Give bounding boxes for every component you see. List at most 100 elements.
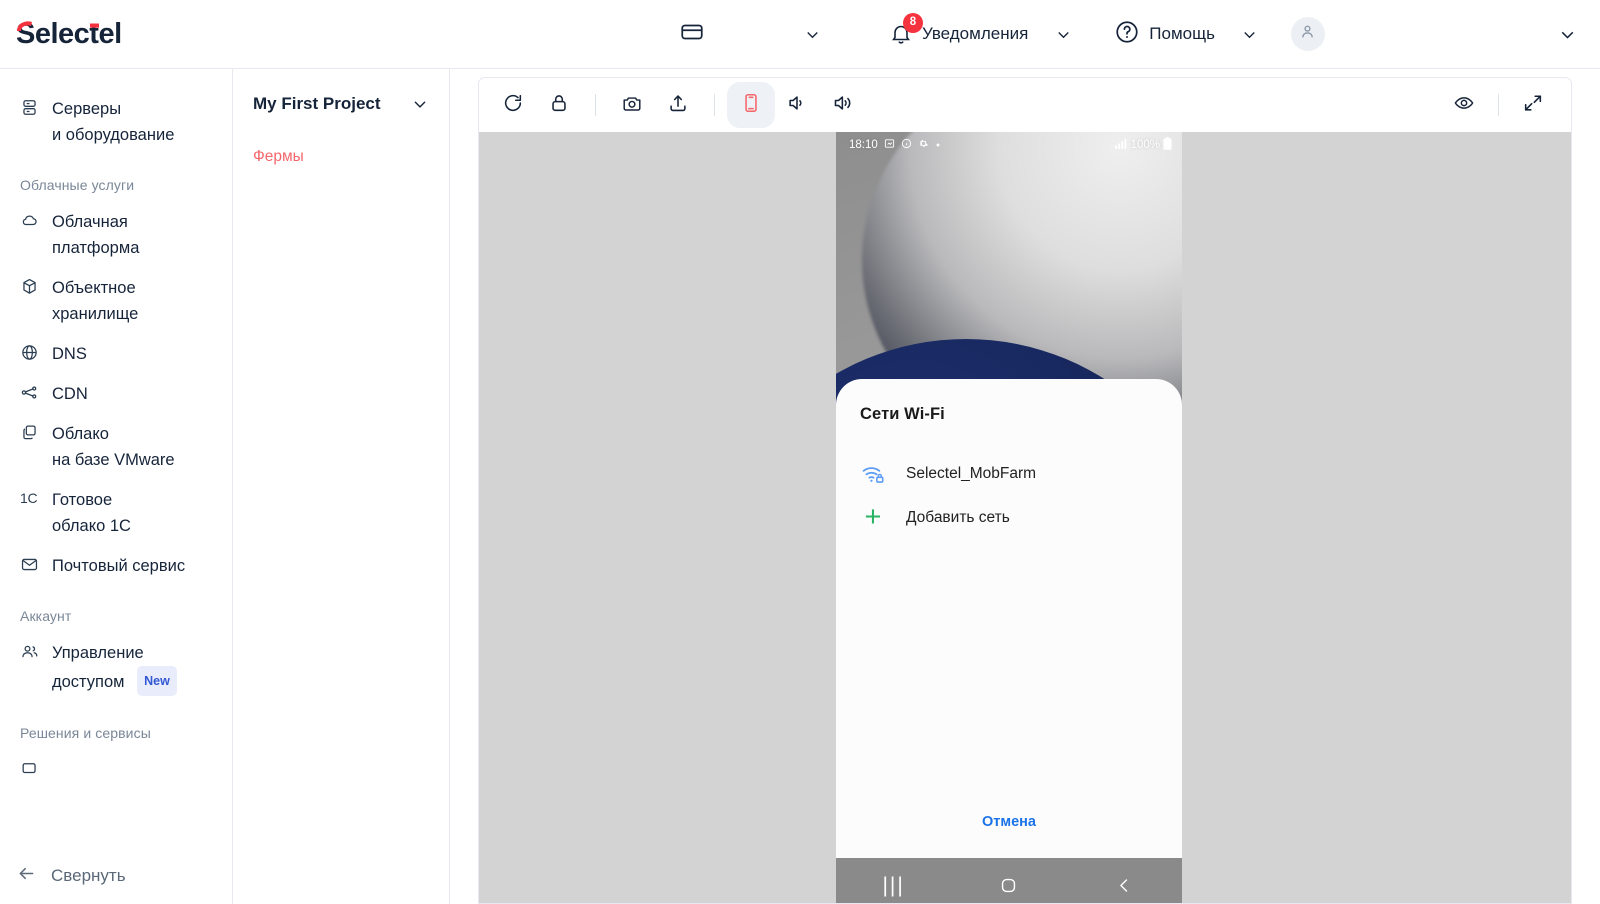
bell-icon: 8 — [889, 13, 923, 46]
sidebar-item-dns-label: DNS — [52, 345, 87, 363]
solutions-icon — [20, 758, 40, 779]
lock-button[interactable] — [539, 86, 579, 124]
battery-percent-label: 100% — [1130, 139, 1160, 151]
user-icon — [1299, 23, 1316, 45]
sidebar-item-access-management[interactable]: Управление доступом New — [6, 633, 226, 703]
project-links: Фермы — [233, 143, 449, 171]
sidebar-item-servers-label: Серверы и оборудование — [52, 100, 175, 144]
wifi-add-network-item[interactable]: + Добавить сеть — [836, 494, 1182, 541]
sidebar-section-account: Аккаунт — [20, 608, 72, 624]
sidebar-section-solutions: Решения и сервисы — [20, 725, 151, 741]
sidebar-item-cloud-platform[interactable]: Облачная платформа — [6, 202, 226, 268]
device-toolbar — [478, 77, 1572, 132]
billing-chevron-down-icon[interactable] — [801, 23, 823, 45]
device-button[interactable] — [731, 86, 771, 124]
sidebar-collapse-button[interactable]: Свернуть — [0, 848, 232, 904]
upload-icon — [667, 92, 689, 119]
device-viewport[interactable]: 18:10 100% Сети Wi-Fi Selectel_MobFarm +… — [478, 132, 1572, 904]
notifications-button[interactable]: 8 Уведомления — [879, 13, 1038, 52]
wifi-dialog-cancel-button[interactable]: Отмена — [836, 814, 1182, 858]
users-icon — [20, 641, 40, 662]
sidebar-item-dns[interactable]: DNS — [6, 334, 226, 374]
sidebar-item-vmware-cloud[interactable]: Облако на базе VMware — [6, 414, 226, 480]
android-status-bar: 18:10 100% — [836, 132, 1182, 158]
notifications-chevron-down-icon[interactable] — [1052, 23, 1074, 45]
project-chevron-down-icon[interactable] — [409, 93, 431, 115]
avatar[interactable] — [1290, 17, 1325, 51]
phone-icon — [740, 92, 762, 119]
lock-icon — [548, 92, 570, 119]
sidebar-section-cloud-services: Облачные услуги — [20, 177, 135, 193]
signal-bars-icon — [1114, 138, 1128, 152]
sidebar-item-object-storage-label: Объектное хранилище — [52, 279, 139, 323]
wifi-networks-dialog: Сети Wi-Fi Selectel_MobFarm + Добавить с… — [836, 379, 1182, 858]
sidebar-item-mail-service-label: Почтовый сервис — [52, 557, 186, 575]
billing-button[interactable] — [669, 13, 715, 56]
server-icon — [20, 97, 40, 118]
main-content: 18:10 100% Сети Wi-Fi Selectel_MobFarm +… — [450, 69, 1600, 904]
sidebar-item-servers[interactable]: Серверы и оборудование — [6, 89, 226, 155]
sidebar-item-cdn-label: CDN — [52, 385, 88, 403]
sidebar-item-cloud-1c[interactable]: 1C Готовое облако 1С — [6, 480, 226, 546]
refresh-icon — [502, 92, 524, 119]
reload-button[interactable] — [493, 86, 533, 124]
recents-icon[interactable]: ||| — [864, 866, 924, 904]
volume-low-icon — [786, 92, 808, 119]
sidebar-item-cdn[interactable]: CDN — [6, 374, 226, 414]
upload-button[interactable] — [658, 86, 698, 124]
notifications-badge: 8 — [903, 13, 923, 33]
mail-icon — [20, 554, 40, 575]
sidebar-item-cloud-1c-label: Готовое облако 1С — [52, 491, 131, 535]
cube-icon — [20, 276, 40, 297]
eye-icon — [1453, 92, 1475, 119]
sidebar-item-object-storage[interactable]: Объектное хранилище — [6, 268, 226, 334]
toolbar-left-group — [493, 86, 863, 124]
sidebar-item-cloud-platform-label: Облачная платформа — [52, 213, 140, 257]
access-management-line2: доступом — [52, 673, 125, 691]
home-circle-icon[interactable] — [979, 866, 1039, 904]
cloud-icon — [20, 210, 40, 231]
screenshot-button[interactable] — [612, 86, 652, 124]
sidebar-collapse-label: Свернуть — [51, 866, 126, 885]
android-nav-bar: ||| — [836, 858, 1182, 904]
gear-icon — [918, 138, 929, 152]
globe-icon — [20, 342, 40, 363]
credit-card-icon — [679, 19, 705, 50]
wifi-network-name: Selectel_MobFarm — [906, 465, 1037, 482]
sidebar-item-mail-service[interactable]: Почтовый сервис — [6, 546, 226, 586]
selectel-logo[interactable]: Selectel — [16, 17, 144, 51]
fullscreen-button[interactable] — [1513, 86, 1553, 124]
app-root: Selectel 8 Уведомления Помощь Серверы и … — [0, 0, 1600, 904]
copy-icon — [20, 422, 40, 443]
wifi-network-item[interactable]: Selectel_MobFarm — [836, 454, 1182, 494]
screenshot-icon — [884, 138, 895, 152]
1c-icon: 1C — [20, 490, 38, 506]
share-nodes-icon — [20, 382, 40, 403]
project-panel: My First Project Фермы — [233, 69, 450, 904]
arrow-left-icon — [16, 863, 37, 889]
toolbar-divider-1 — [595, 94, 596, 116]
camera-icon — [621, 92, 643, 119]
project-selector[interactable]: My First Project — [233, 93, 449, 115]
wifi-lock-icon — [860, 463, 886, 485]
question-circle-icon — [1114, 19, 1140, 50]
plus-icon: + — [864, 501, 882, 533]
project-link-farms[interactable]: Фермы — [233, 143, 449, 171]
toolbar-right-group — [1444, 86, 1553, 124]
help-label: Помощь — [1149, 24, 1215, 43]
phone-screen[interactable]: 18:10 100% Сети Wi-Fi Selectel_MobFarm +… — [836, 132, 1182, 904]
help-button[interactable]: Помощь — [1104, 13, 1225, 56]
status-bar-time: 18:10 — [849, 139, 878, 151]
volume-down-button[interactable] — [777, 86, 817, 124]
sidebar-item-vmware-cloud-label: Облако на базе VMware — [52, 425, 175, 469]
toolbar-divider-3 — [1498, 94, 1499, 116]
sidebar-item-solutions-label — [52, 757, 57, 783]
account-chevron-down-icon[interactable] — [1556, 23, 1578, 45]
battery-full-icon — [1163, 137, 1172, 153]
volume-up-button[interactable] — [823, 86, 863, 124]
info-icon — [901, 138, 912, 152]
preview-button[interactable] — [1444, 86, 1484, 124]
back-chevron-icon[interactable] — [1094, 866, 1154, 904]
help-chevron-down-icon[interactable] — [1239, 23, 1261, 45]
sidebar-item-solutions-partial[interactable] — [6, 750, 226, 790]
